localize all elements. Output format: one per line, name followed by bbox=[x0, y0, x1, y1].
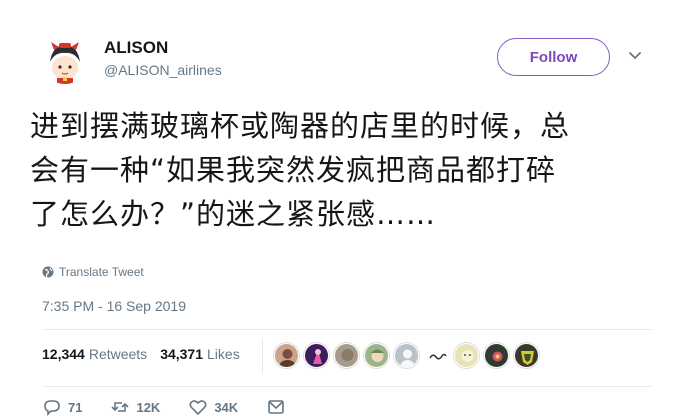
liker-avatar[interactable] bbox=[304, 342, 329, 368]
liker-avatar[interactable] bbox=[454, 342, 479, 368]
likes-label[interactable]: Likes bbox=[207, 346, 240, 362]
liker-avatar[interactable] bbox=[364, 342, 389, 368]
retweet-count: 12K bbox=[136, 399, 161, 415]
envelope-icon bbox=[268, 400, 284, 414]
translate-tweet-link[interactable]: Translate Tweet bbox=[42, 265, 144, 279]
reply-count: 71 bbox=[68, 399, 83, 415]
retweets-label[interactable]: Retweets bbox=[89, 346, 147, 362]
direct-message-button[interactable] bbox=[266, 397, 286, 416]
like-count: 34K bbox=[214, 399, 239, 415]
liker-avatar[interactable] bbox=[334, 342, 359, 368]
retweets-count[interactable]: 12,344 bbox=[42, 346, 85, 362]
user-name[interactable]: ALISON bbox=[104, 38, 168, 58]
tweet-stats: 12,344 Retweets 34,371 Likes bbox=[42, 346, 253, 362]
liker-avatar[interactable] bbox=[394, 342, 419, 368]
tweet-text: 进到摆满玻璃杯或陶器的店里的时候，总 会有一种“如果我突然发疯把商品都打碎 了怎… bbox=[30, 109, 571, 231]
user-handle[interactable]: @ALISON_airlines bbox=[104, 62, 222, 78]
chevron-down-icon[interactable] bbox=[628, 50, 642, 62]
retweet-icon bbox=[111, 402, 130, 412]
divider bbox=[42, 329, 652, 330]
liker-avatar[interactable] bbox=[424, 342, 449, 368]
tweet-header: ALISON @ALISON_airlines Follow bbox=[42, 36, 662, 86]
retweet-button[interactable]: 12K bbox=[110, 397, 160, 416]
translate-label[interactable]: Translate Tweet bbox=[59, 265, 144, 279]
reply-icon bbox=[44, 400, 60, 416]
tweet-actions: 71 12K 34K bbox=[42, 396, 662, 416]
tweet-timestamp[interactable]: 7:35 PM - 16 Sep 2019 bbox=[42, 298, 186, 314]
follow-button[interactable]: Follow bbox=[497, 38, 610, 76]
reply-button[interactable]: 71 bbox=[42, 397, 82, 416]
divider bbox=[42, 386, 652, 387]
user-avatar[interactable] bbox=[42, 38, 88, 84]
like-button[interactable]: 34K bbox=[188, 397, 238, 416]
liker-avatar[interactable] bbox=[484, 342, 509, 368]
liker-avatar[interactable] bbox=[514, 342, 539, 368]
liker-avatar[interactable] bbox=[274, 342, 299, 368]
heart-icon bbox=[189, 400, 207, 416]
liker-avatars bbox=[274, 342, 539, 368]
globe-icon bbox=[42, 266, 54, 278]
stats-separator bbox=[262, 338, 263, 374]
likes-count[interactable]: 34,371 bbox=[160, 346, 203, 362]
